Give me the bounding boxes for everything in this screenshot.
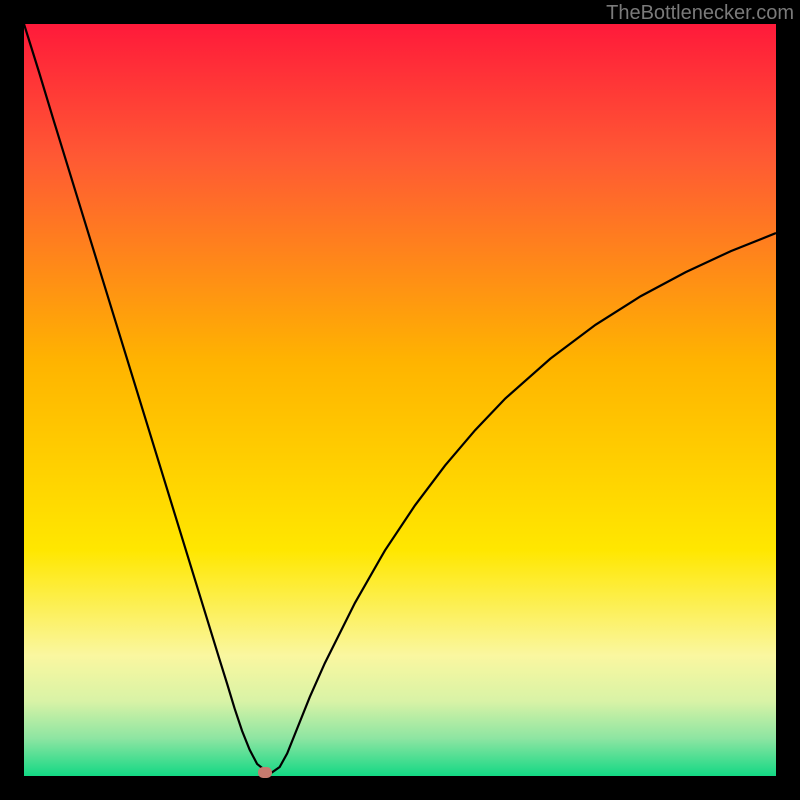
watermark-text: TheBottlenecker.com	[606, 2, 794, 25]
chart-plot	[24, 24, 776, 776]
gradient-background	[24, 24, 776, 776]
curve-minimum-marker	[258, 767, 272, 778]
chart-frame	[24, 24, 776, 776]
